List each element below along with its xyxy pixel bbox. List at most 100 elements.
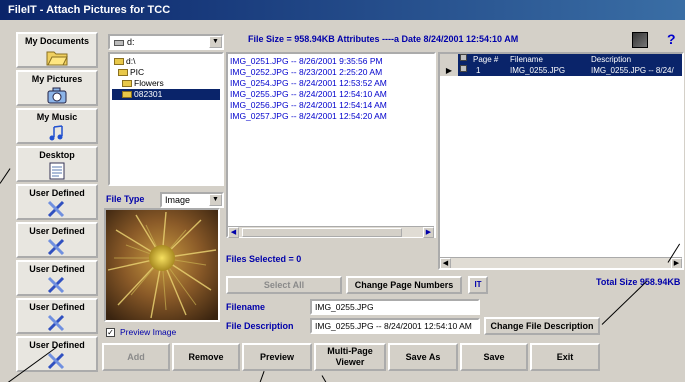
sidebar-item-user-defined-4[interactable]: User Defined bbox=[16, 298, 98, 334]
drive-value: d: bbox=[127, 37, 135, 47]
row-indicator bbox=[440, 54, 458, 65]
tree-item-label: d:\ bbox=[126, 56, 136, 66]
drive-icon bbox=[114, 39, 124, 46]
title-bar: FileIT - Attach Pictures for TCC bbox=[0, 0, 685, 20]
current-row-arrow-icon: ▶ bbox=[440, 65, 458, 76]
tools-icon bbox=[47, 352, 65, 370]
flower-picture bbox=[106, 210, 218, 320]
sidebar-item-my-documents[interactable]: My Documents bbox=[16, 32, 98, 68]
grid-header-page[interactable]: Page # bbox=[473, 54, 498, 65]
folder-tree[interactable]: d:\ PIC Flowers 082301 bbox=[108, 52, 224, 186]
sidebar-item-label: My Pictures bbox=[31, 74, 83, 84]
file-type-value: Image bbox=[165, 195, 191, 205]
sidebar-item-desktop[interactable]: Desktop bbox=[16, 146, 98, 182]
list-item[interactable]: IMG_0255.JPG -- 8/24/2001 12:54:10 AM bbox=[230, 89, 432, 100]
sidebar-item-label: User Defined bbox=[29, 264, 85, 274]
file-type-label: File Type bbox=[106, 194, 145, 204]
desktop-icon bbox=[49, 162, 65, 180]
grid-header-filename[interactable]: Filename bbox=[510, 54, 543, 65]
scroll-right-icon[interactable]: ▶ bbox=[671, 258, 682, 268]
page-order-icon[interactable]: IT bbox=[468, 276, 488, 294]
grid-cell-filename[interactable]: IMG_0255.JPG bbox=[510, 65, 565, 76]
folder-icon bbox=[122, 80, 132, 88]
sidebar-item-label: My Documents bbox=[24, 36, 89, 46]
sidebar-item-my-pictures[interactable]: My Pictures bbox=[16, 70, 98, 106]
open-folder-icon bbox=[122, 91, 132, 99]
filename-label: Filename bbox=[226, 302, 266, 312]
sidebar-item-my-music[interactable]: My Music bbox=[16, 108, 98, 144]
sidebar-item-user-defined-2[interactable]: User Defined bbox=[16, 222, 98, 258]
tools-icon bbox=[47, 200, 65, 218]
sidebar-item-label: User Defined bbox=[29, 340, 85, 350]
drive-select[interactable]: d: ▼ bbox=[108, 34, 224, 50]
tools-icon bbox=[47, 314, 65, 332]
tree-item[interactable]: PIC bbox=[112, 67, 220, 78]
change-file-description-button[interactable]: Change File Description bbox=[484, 317, 600, 335]
total-size: Total Size 958.94KB bbox=[596, 277, 681, 287]
tools-icon bbox=[47, 238, 65, 256]
grid-scrollbar[interactable]: ◀ ▶ bbox=[440, 257, 682, 268]
tools-icon bbox=[47, 276, 65, 294]
filename-field[interactable]: IMG_0255.JPG bbox=[310, 299, 480, 315]
grid-cell-description[interactable]: IMG_0255.JPG -- 8/24/ bbox=[591, 65, 674, 76]
folder-icon bbox=[46, 51, 68, 66]
tree-item-selected[interactable]: 082301 bbox=[112, 89, 220, 100]
page-grid[interactable]: Page # Filename Description ▶ 1 IMG_0255… bbox=[438, 52, 684, 270]
save-button[interactable]: Save bbox=[460, 343, 528, 371]
change-page-numbers-button[interactable]: Change Page Numbers bbox=[346, 276, 462, 294]
select-all-button[interactable]: Select All bbox=[226, 276, 342, 294]
list-item[interactable]: IMG_0256.JPG -- 8/24/2001 12:54:14 AM bbox=[230, 100, 432, 111]
help-icon[interactable]: ? bbox=[667, 31, 676, 47]
tree-item-label: Flowers bbox=[134, 78, 164, 88]
tree-item[interactable]: d:\ bbox=[112, 56, 220, 67]
sidebar-item-user-defined-3[interactable]: User Defined bbox=[16, 260, 98, 296]
preview-button[interactable]: Preview bbox=[242, 343, 312, 371]
file-info-text: File Size = 958.94KB Attributes ----a Da… bbox=[248, 34, 519, 44]
grid-cell-page[interactable]: 1 bbox=[476, 65, 480, 76]
add-button[interactable]: Add bbox=[102, 343, 170, 371]
sidebar-item-label: User Defined bbox=[29, 188, 85, 198]
scroll-right-icon[interactable]: ▶ bbox=[423, 227, 434, 238]
tree-item-label: 082301 bbox=[134, 89, 163, 99]
sidebar-item-label: My Music bbox=[36, 112, 78, 122]
app-icon[interactable] bbox=[632, 32, 648, 48]
files-selected-count: Files Selected = 0 bbox=[226, 254, 302, 264]
music-note-icon bbox=[49, 125, 63, 141]
app-window: FileIT - Attach Pictures for TCC My Docu… bbox=[0, 0, 685, 382]
list-item[interactable]: IMG_0252.JPG -- 8/23/2001 2:25:20 AM bbox=[230, 67, 432, 78]
sidebar-item-label: User Defined bbox=[29, 302, 85, 312]
exit-button[interactable]: Exit bbox=[530, 343, 600, 371]
folder-icon bbox=[114, 58, 124, 66]
grid-header-row: Page # Filename Description bbox=[440, 54, 682, 65]
tree-item-label: PIC bbox=[130, 67, 145, 77]
list-item[interactable]: IMG_0254.JPG -- 8/24/2001 12:53:52 AM bbox=[230, 78, 432, 89]
scroll-thumb[interactable] bbox=[242, 228, 402, 237]
file-description-field[interactable]: IMG_0255.JPG -- 8/24/2001 12:54:10 AM bbox=[310, 318, 480, 334]
file-list-scrollbar[interactable]: ◀ ▶ bbox=[228, 226, 434, 238]
chevron-down-icon[interactable]: ▼ bbox=[209, 194, 222, 206]
scroll-left-icon[interactable]: ◀ bbox=[228, 227, 239, 238]
sidebar: My Documents My Pictures My Music Deskto… bbox=[16, 32, 98, 377]
preview-image bbox=[104, 208, 220, 322]
preview-image-checkbox[interactable]: ✓ Preview Image bbox=[106, 327, 177, 338]
sidebar-item-label: User Defined bbox=[29, 226, 85, 236]
list-item[interactable]: IMG_0251.JPG -- 8/26/2001 9:35:56 PM bbox=[230, 56, 432, 67]
list-item[interactable]: IMG_0257.JPG -- 8/24/2001 12:54:20 AM bbox=[230, 111, 432, 122]
file-list[interactable]: IMG_0251.JPG -- 8/26/2001 9:35:56 PM IMG… bbox=[226, 52, 436, 238]
save-as-button[interactable]: Save As bbox=[388, 343, 458, 371]
remove-button[interactable]: Remove bbox=[172, 343, 240, 371]
multi-page-viewer-button[interactable]: Multi-Page Viewer bbox=[314, 343, 386, 371]
scroll-left-icon[interactable]: ◀ bbox=[440, 258, 451, 268]
camera-icon bbox=[47, 87, 67, 104]
chevron-down-icon[interactable]: ▼ bbox=[209, 36, 222, 48]
tree-item[interactable]: Flowers bbox=[112, 78, 220, 89]
sidebar-item-label: Desktop bbox=[39, 150, 75, 160]
preview-image-label: Preview Image bbox=[120, 327, 177, 337]
checkbox-checked-icon: ✓ bbox=[106, 328, 115, 338]
folder-icon bbox=[118, 69, 128, 77]
sidebar-item-user-defined-1[interactable]: User Defined bbox=[16, 184, 98, 220]
file-type-select[interactable]: Image ▼ bbox=[160, 192, 224, 208]
grid-header-description[interactable]: Description bbox=[591, 54, 631, 65]
file-description-label: File Description bbox=[226, 321, 294, 331]
table-row[interactable]: ▶ 1 IMG_0255.JPG IMG_0255.JPG -- 8/24/ bbox=[440, 65, 682, 76]
